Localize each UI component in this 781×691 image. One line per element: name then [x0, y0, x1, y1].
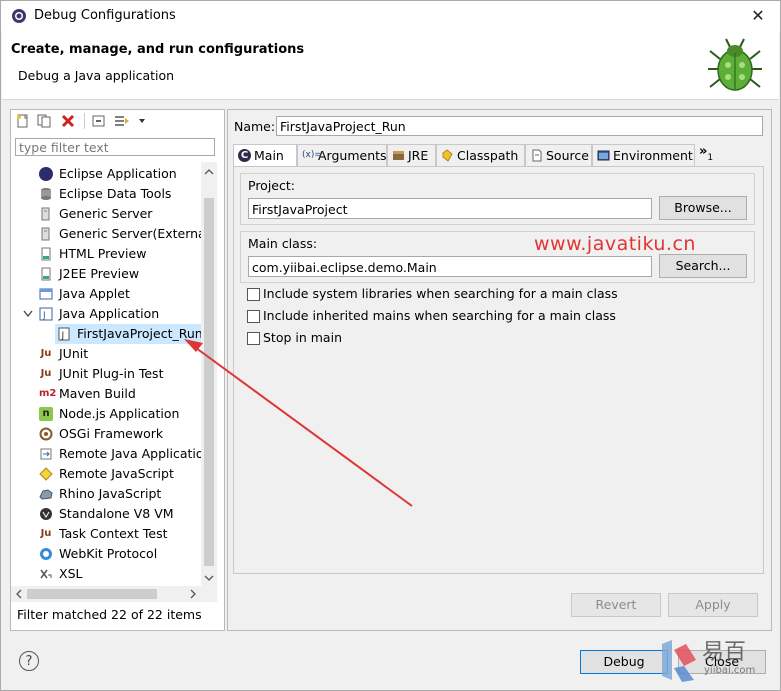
yiibai-logo: 易百 yiibai.com	[656, 632, 766, 688]
yiibai-logo-mark	[662, 640, 696, 682]
annotation-arrow	[184, 339, 413, 507]
logo-text: 易百	[702, 640, 747, 665]
logo-subtext: yiibai.com	[704, 665, 756, 676]
watermark-text: www.javatiku.cn	[534, 233, 696, 255]
